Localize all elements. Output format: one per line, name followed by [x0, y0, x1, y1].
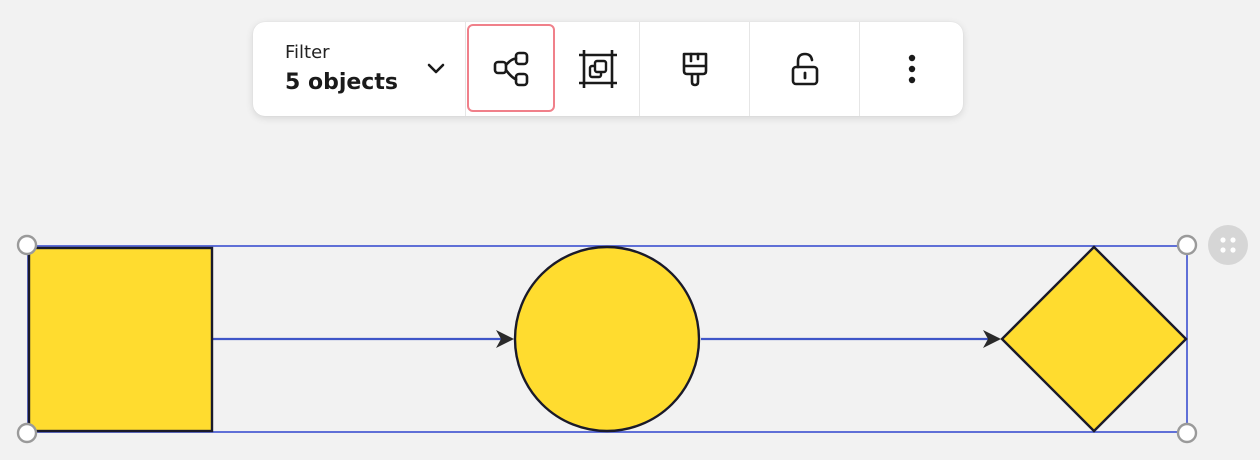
resize-handle-bottom-right[interactable] [1176, 422, 1198, 444]
resize-handle-top-left[interactable] [16, 234, 38, 256]
resize-handle-top-right[interactable] [1176, 234, 1198, 256]
square-shape[interactable] [27, 246, 214, 433]
drag-handle-icon[interactable] [1208, 225, 1248, 265]
circle-shape[interactable] [513, 245, 701, 433]
whiteboard-canvas[interactable] [0, 0, 1260, 460]
diamond-shape[interactable] [1000, 245, 1188, 433]
resize-handle-bottom-left[interactable] [16, 422, 38, 444]
